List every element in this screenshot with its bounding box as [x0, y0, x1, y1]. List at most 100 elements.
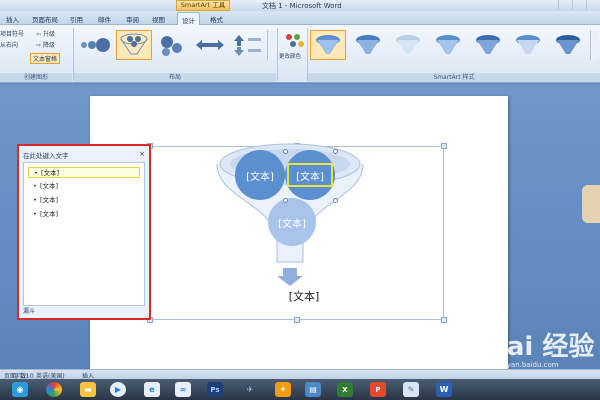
style-funnel-icon: [516, 35, 540, 54]
title-bar: SmartArt 工具 文档 1 - Microsoft Word: [0, 0, 600, 11]
game-icon[interactable]: ✦: [275, 382, 291, 397]
demote-button[interactable]: ⇨ 降级: [36, 40, 55, 49]
style-funnel-icon: [556, 35, 580, 54]
promote-icon: ⇦: [36, 31, 42, 38]
tab-review[interactable]: 审阅: [126, 14, 139, 24]
style-gallery-scroll[interactable]: [590, 30, 598, 60]
excel-icon[interactable]: X: [337, 382, 353, 397]
text-pane-title: 在此处键入文字: [23, 152, 69, 160]
bullet-icon: •: [33, 196, 37, 204]
bullet-icon: •: [34, 169, 38, 177]
maximize-button[interactable]: [572, 0, 586, 10]
layout-thumb-circles[interactable]: [78, 30, 114, 60]
circle-label-left: [文本]: [246, 172, 274, 183]
style-thumb-5[interactable]: [470, 30, 506, 60]
taskbar: ◉ ▬ ▶ e ∞ Ps ✈ ✦ ▤ X P ✎ W: [0, 379, 600, 400]
shape-handle[interactable]: [283, 149, 288, 154]
color-palette-icon: [286, 34, 304, 47]
promote-button[interactable]: ⇦ 升级: [36, 29, 55, 38]
style-funnel-icon: [436, 35, 460, 54]
style-funnel-icon: [316, 35, 340, 54]
text-pane-button[interactable]: 文本窗格: [30, 53, 61, 64]
layout-gears-icon: [161, 36, 182, 56]
text-pane: 在此处键入文字 × ⊞ •[文本] •[文本] •[文本] •[文本] 漏斗: [17, 144, 151, 320]
style-thumb-4[interactable]: [430, 30, 466, 60]
style-thumb-1[interactable]: [310, 30, 346, 60]
status-bar: 页面: 1/1 字数: 0 英语(美国) 插入: [0, 369, 600, 380]
tab-insert[interactable]: 插入: [6, 14, 19, 24]
layout-thumb-funnel[interactable]: [116, 30, 152, 60]
text-pane-header: 在此处键入文字 ×: [23, 150, 147, 160]
style-funnel-icon: [476, 35, 500, 54]
circle-label-bottom: [文本]: [278, 219, 306, 230]
folder-icon[interactable]: ▬: [80, 382, 96, 397]
layout-gallery-scroll[interactable]: [267, 30, 275, 60]
powerpoint-icon[interactable]: P: [370, 382, 386, 397]
smartart-tools-context-label: SmartArt 工具: [176, 0, 230, 11]
text-pane-item[interactable]: • [文本]: [28, 195, 140, 206]
watermark-url: jingyan.baidu.com: [494, 361, 559, 369]
change-colors-button[interactable]: 更改颜色: [279, 30, 305, 70]
notepad-icon[interactable]: ✎: [403, 382, 419, 397]
feather-icon[interactable]: ✈: [242, 382, 258, 397]
mascot-image: [582, 185, 600, 223]
tab-page-layout[interactable]: 页面布局: [32, 14, 58, 24]
media-player-icon[interactable]: ▶: [110, 382, 126, 397]
style-thumb-2[interactable]: [350, 30, 386, 60]
qq-browser-icon[interactable]: e: [144, 382, 160, 397]
ribbon: 项目符号 从右向 ⇦ 升级 ⇨ 降级 文本窗格 创建图形 布局 更改颜色 Sma…: [0, 25, 600, 83]
cloud-icon[interactable]: ∞: [175, 382, 191, 397]
layout-thumb-gears[interactable]: [154, 30, 190, 60]
shape-handle[interactable]: [333, 198, 338, 203]
minimize-button[interactable]: [558, 0, 572, 10]
bullet-icon: •: [33, 182, 37, 190]
style-thumb-7[interactable]: [550, 30, 586, 60]
windows-start-icon[interactable]: ◉: [12, 382, 28, 397]
layout-updown-icon: [234, 35, 261, 56]
tab-design[interactable]: 设计: [177, 12, 200, 25]
watermark-logo: Bai 经验: [487, 332, 595, 362]
chrome-icon[interactable]: [46, 382, 62, 397]
close-window-button[interactable]: [586, 0, 600, 10]
right-to-left-button[interactable]: 从右向: [0, 40, 18, 49]
resize-handle[interactable]: [441, 143, 447, 149]
circle-label-right: [文本]: [296, 172, 324, 183]
tab-mailings[interactable]: 邮件: [98, 14, 111, 24]
group-separator: [277, 28, 278, 81]
tab-references[interactable]: 引用: [70, 14, 83, 24]
shape-handle[interactable]: [283, 198, 288, 203]
create-graphic-group-label: 创建图形: [0, 73, 72, 82]
tab-view[interactable]: 视图: [152, 14, 165, 24]
text-pane-close-button[interactable]: ×: [139, 150, 145, 158]
layouts-group-label: 布局: [74, 73, 276, 82]
style-funnel-icon: [356, 35, 380, 54]
layout-thumb-arrows[interactable]: [192, 30, 228, 60]
funnel-caption[interactable]: [文本]: [274, 288, 334, 304]
window-title: 文档 1 - Microsoft Word: [262, 2, 342, 10]
style-thumb-3[interactable]: [390, 30, 426, 60]
demote-icon: ⇨: [36, 42, 42, 49]
resize-handle[interactable]: [441, 317, 447, 323]
layout-thumb-updown[interactable]: [230, 30, 266, 60]
change-colors-label: 更改颜色: [279, 54, 302, 60]
word-icon[interactable]: W: [436, 382, 452, 397]
tab-format[interactable]: 格式: [210, 14, 223, 24]
style-funnel-icon: [396, 35, 420, 54]
text-pane-layout-name[interactable]: 漏斗: [23, 306, 35, 315]
text-pane-item[interactable]: • [文本]: [28, 181, 140, 192]
bullet-icon: •: [33, 210, 37, 218]
word-doc-icon[interactable]: ▤: [305, 382, 321, 397]
shape-handle[interactable]: [333, 149, 338, 154]
bullet-button[interactable]: 项目符号: [0, 29, 24, 38]
layout-arrows-icon: [196, 40, 224, 50]
text-pane-item[interactable]: • [文本]: [28, 209, 140, 220]
layout-funnel-icon: [120, 33, 148, 55]
resize-handle[interactable]: [294, 317, 300, 323]
window-controls: [558, 0, 600, 10]
ribbon-tabs: 插入 页面布局 引用 邮件 审阅 视图 设计 格式: [0, 11, 600, 25]
style-thumb-6[interactable]: [510, 30, 546, 60]
photoshop-icon[interactable]: Ps: [207, 382, 223, 397]
text-pane-item[interactable]: • [文本]: [28, 167, 140, 178]
text-pane-list: • [文本] • [文本] • [文本] • [文本]: [23, 162, 145, 306]
document-page[interactable]: [文本] [文本] [文本] [文本]: [90, 96, 508, 369]
